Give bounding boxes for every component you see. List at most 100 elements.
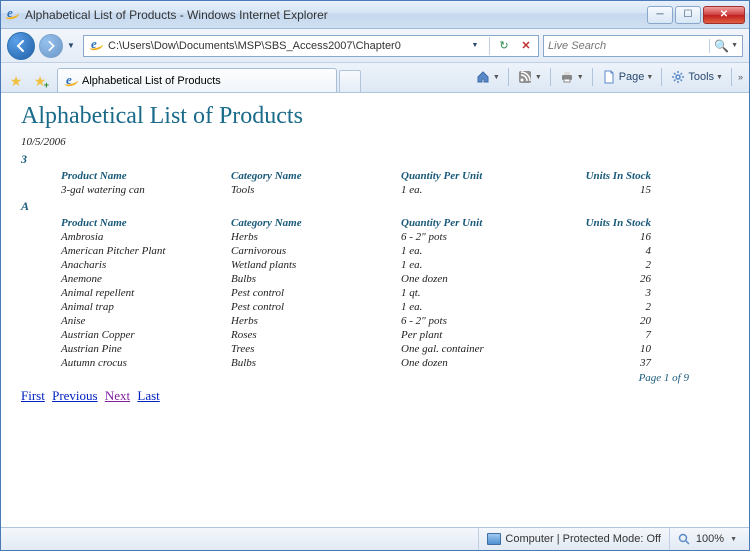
cell-product: Animal trap	[61, 301, 231, 313]
page-favicon	[89, 38, 105, 54]
cell-product: Austrian Copper	[61, 329, 231, 341]
zoom-dropdown[interactable]: ▼	[730, 536, 737, 543]
address-dropdown[interactable]: ▼	[465, 37, 485, 55]
page-menu-button[interactable]: Page ▼	[597, 66, 658, 88]
search-bar[interactable]: 🔍 ▼	[543, 35, 743, 57]
table-row: Autumn crocusBulbsOne dozen37	[21, 356, 729, 370]
col-category: Category Name	[231, 170, 401, 182]
zoom-control[interactable]: 100% ▼	[669, 528, 743, 550]
col-product: Product Name	[61, 217, 231, 229]
nav-first[interactable]: First	[21, 388, 45, 403]
report-date: 10/5/2006	[21, 136, 729, 148]
home-button[interactable]: ▼	[471, 66, 504, 88]
zoom-icon	[676, 531, 692, 547]
pagination-nav: First Previous Next Last	[21, 388, 729, 404]
cell-product: Anacharis	[61, 259, 231, 271]
window-titlebar: Alphabetical List of Products - Windows …	[1, 1, 749, 29]
tab-favicon	[64, 74, 78, 88]
page-info: Page 1 of 9	[21, 372, 729, 384]
cell-product: American Pitcher Plant	[61, 245, 231, 257]
tools-menu-button[interactable]: Tools ▼	[666, 66, 727, 88]
stop-button[interactable]: ✕	[516, 37, 536, 55]
cell-product: Anemone	[61, 273, 231, 285]
cell-qty: 1 ea.	[401, 301, 551, 313]
forward-button[interactable]	[39, 34, 63, 58]
home-icon	[475, 69, 491, 85]
cell-category: Wetland plants	[231, 259, 401, 271]
nav-last[interactable]: Last	[137, 388, 159, 403]
cell-category: Tools	[231, 184, 401, 196]
cell-category: Herbs	[231, 315, 401, 327]
computer-icon	[487, 533, 501, 545]
print-icon	[559, 69, 575, 85]
search-input[interactable]	[548, 40, 709, 52]
table-row: American Pitcher PlantCarnivorous1 ea.4	[21, 244, 729, 258]
cell-qty: Per plant	[401, 329, 551, 341]
add-favorites-button[interactable]: ★	[29, 70, 51, 92]
command-bar: ▼ ▼ ▼ Page ▼ Tools ▼ »	[471, 66, 745, 92]
cell-product: Anise	[61, 315, 231, 327]
search-icon[interactable]: 🔍	[709, 39, 729, 53]
page-menu-label: Page	[619, 71, 645, 83]
nav-previous[interactable]: Previous	[52, 388, 98, 403]
cell-stock: 2	[551, 301, 651, 313]
cell-stock: 10	[551, 343, 651, 355]
cell-stock: 2	[551, 259, 651, 271]
status-bar: Computer | Protected Mode: Off 100% ▼	[1, 527, 749, 550]
address-bar[interactable]: ▼ ↻ ✕	[83, 35, 539, 57]
table-row: AmbrosiaHerbs6 - 2" pots16	[21, 230, 729, 244]
table-row: Austrian CopperRosesPer plant7	[21, 328, 729, 342]
print-button[interactable]: ▼	[555, 66, 588, 88]
cell-qty: 1 qt.	[401, 287, 551, 299]
cell-qty: One dozen	[401, 357, 551, 369]
cell-stock: 20	[551, 315, 651, 327]
cell-qty: One gal. container	[401, 343, 551, 355]
col-category: Category Name	[231, 217, 401, 229]
cell-category: Herbs	[231, 231, 401, 243]
cell-qty: 6 - 2" pots	[401, 315, 551, 327]
new-tab-button[interactable]	[339, 70, 361, 92]
favorites-button[interactable]: ★	[5, 70, 27, 92]
cell-category: Roses	[231, 329, 401, 341]
refresh-button[interactable]: ↻	[494, 37, 514, 55]
security-zone[interactable]: Computer | Protected Mode: Off	[478, 528, 669, 550]
cell-product: Animal repellent	[61, 287, 231, 299]
help-dropdown[interactable]: »	[736, 66, 745, 88]
tools-menu-label: Tools	[688, 71, 714, 83]
gear-icon	[670, 69, 686, 85]
back-button[interactable]	[7, 32, 35, 60]
column-header-row: Product NameCategory NameQuantity Per Un…	[21, 216, 729, 230]
minimize-button[interactable]: ─	[647, 6, 673, 24]
rss-icon	[517, 69, 533, 85]
group-letter: A	[21, 199, 729, 214]
col-stock: Units In Stock	[551, 170, 651, 182]
cell-category: Bulbs	[231, 273, 401, 285]
nav-next[interactable]: Next	[105, 388, 130, 403]
search-provider-dropdown[interactable]: ▼	[731, 42, 738, 49]
page-icon	[601, 69, 617, 85]
feeds-button[interactable]: ▼	[513, 66, 546, 88]
report-title: Alphabetical List of Products	[21, 103, 729, 130]
table-row: AnacharisWetland plants1 ea.2	[21, 258, 729, 272]
address-input[interactable]	[108, 40, 465, 52]
cell-stock: 7	[551, 329, 651, 341]
zone-label: Computer | Protected Mode: Off	[505, 533, 661, 545]
cell-category: Carnivorous	[231, 245, 401, 257]
report-body: 3Product NameCategory NameQuantity Per U…	[21, 152, 729, 370]
cell-qty: 1 ea.	[401, 245, 551, 257]
page-content: Alphabetical List of Products 10/5/2006 …	[1, 93, 749, 527]
maximize-button[interactable]: ☐	[675, 6, 701, 24]
tab-active[interactable]: Alphabetical List of Products	[57, 68, 337, 92]
table-row: Animal trapPest control1 ea.2	[21, 300, 729, 314]
cell-category: Bulbs	[231, 357, 401, 369]
col-qty: Quantity Per Unit	[401, 217, 551, 229]
cell-qty: 6 - 2" pots	[401, 231, 551, 243]
cell-stock: 26	[551, 273, 651, 285]
cell-stock: 4	[551, 245, 651, 257]
close-button[interactable]: ✕	[703, 6, 745, 24]
cell-category: Pest control	[231, 301, 401, 313]
cell-qty: 1 ea.	[401, 184, 551, 196]
recent-pages-dropdown[interactable]: ▼	[67, 41, 79, 50]
cell-stock: 3	[551, 287, 651, 299]
cell-qty: 1 ea.	[401, 259, 551, 271]
